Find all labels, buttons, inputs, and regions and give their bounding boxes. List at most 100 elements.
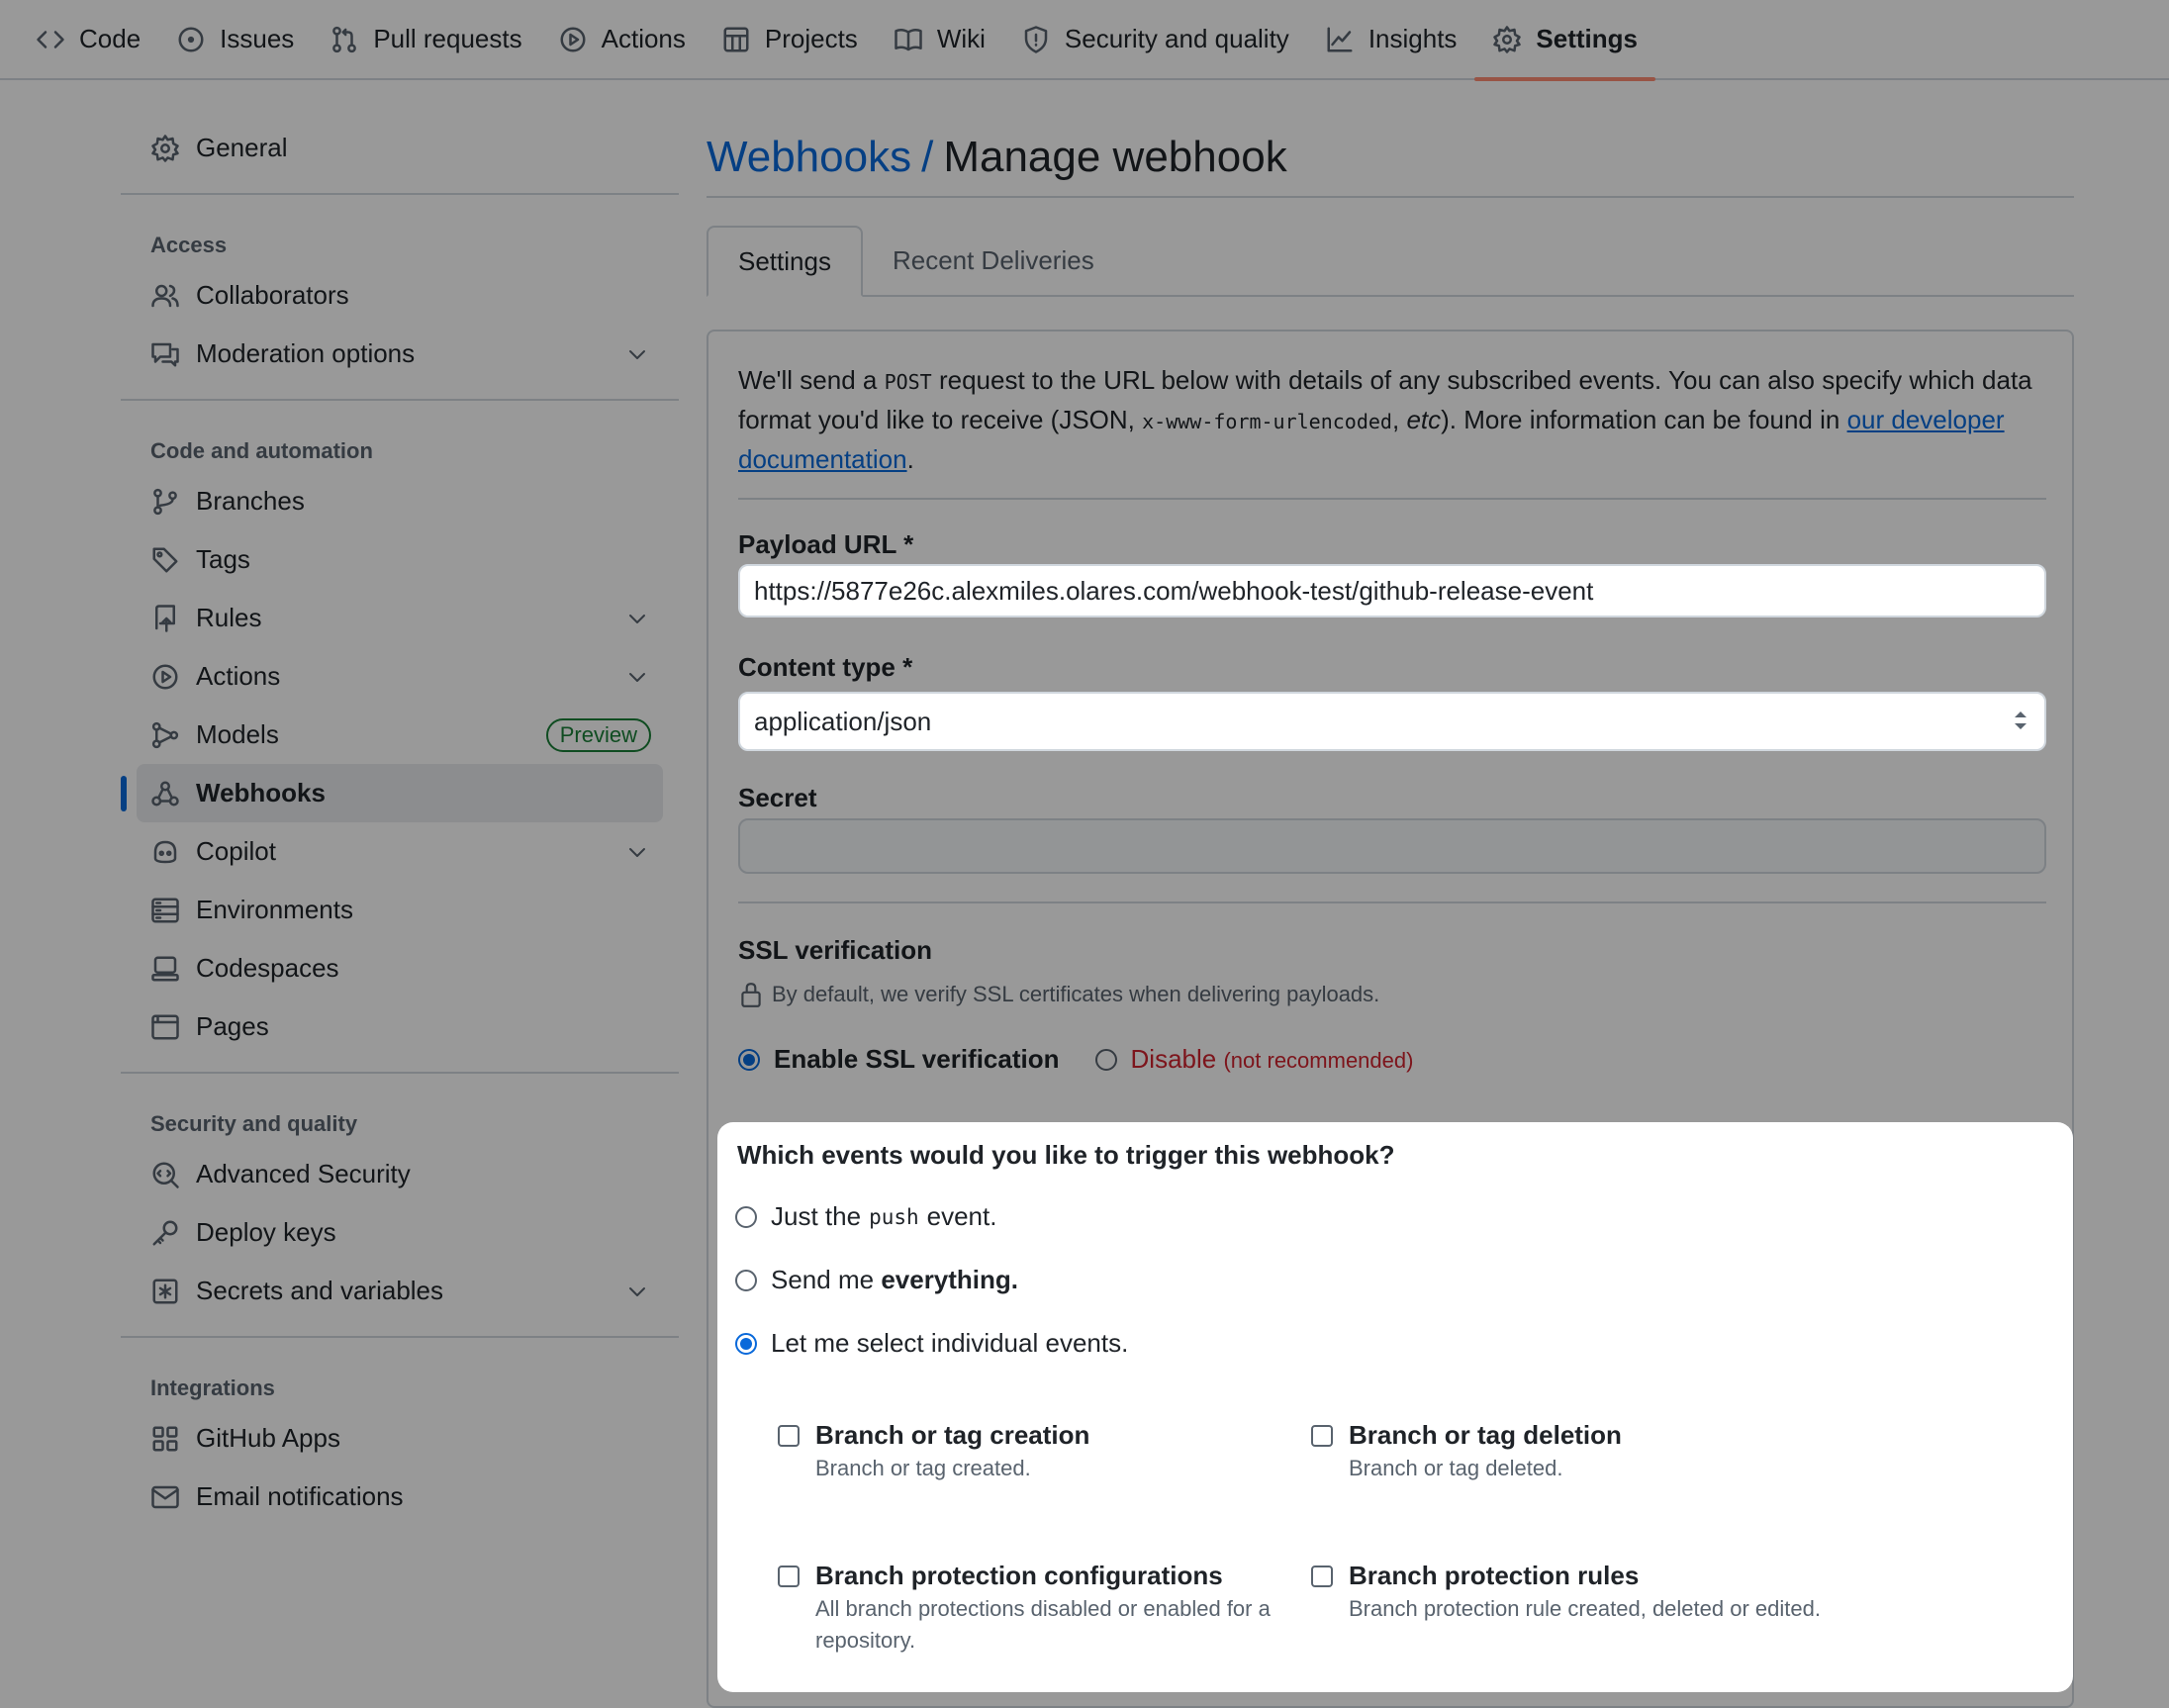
content-type-select[interactable]: application/json <box>738 692 2046 751</box>
sidebar-item-pages[interactable]: Pages <box>121 997 679 1056</box>
intro-part: ). More information can be found in <box>1441 405 1847 434</box>
event-checkbox[interactable] <box>1311 1425 1333 1447</box>
push-radio[interactable] <box>735 1205 757 1228</box>
individual-radio[interactable] <box>735 1332 757 1355</box>
sidebar-item-codespaces[interactable]: Codespaces <box>121 939 679 997</box>
sidebar-divider <box>121 1336 679 1338</box>
sidebar-item-branches[interactable]: Branches <box>121 472 679 530</box>
sidebar-item-label: Models <box>196 719 279 749</box>
event-title: Branch protection rules <box>1349 1561 1640 1590</box>
sidebar-item-tags[interactable]: Tags <box>121 530 679 589</box>
sidebar-item-label: Collaborators <box>196 280 349 310</box>
play-icon <box>560 27 586 51</box>
events-option-everything[interactable]: Send me everything. <box>735 1265 1018 1295</box>
key-icon <box>152 1220 178 1245</box>
issue-icon <box>178 27 204 51</box>
tab-wiki[interactable]: Wiki <box>876 0 1003 79</box>
event-branch-tag-creation[interactable]: Branch or tag creation Branch or tag cre… <box>778 1419 1312 1484</box>
ssl-enable-radio[interactable] <box>738 1048 760 1071</box>
copilot-icon <box>153 840 177 863</box>
secret-input[interactable] <box>738 818 2046 874</box>
sidebar-item-copilot[interactable]: Copilot <box>121 822 679 881</box>
sidebar-item-label: Rules <box>196 603 262 632</box>
chevron-down-icon[interactable] <box>625 342 649 366</box>
tab-settings-label: Settings <box>1536 24 1638 53</box>
tab-code[interactable]: Code <box>18 0 158 79</box>
code-icon <box>37 30 64 48</box>
secret-label: Secret <box>738 783 817 812</box>
select-arrows-icon <box>2015 712 2027 729</box>
sidebar-item-email-notifications[interactable]: Email notifications <box>121 1468 679 1526</box>
sidebar-item-label: Codespaces <box>196 953 339 983</box>
tab-insights[interactable]: Insights <box>1307 0 1475 79</box>
event-branch-protection-configurations[interactable]: Branch protection configurations All bra… <box>778 1560 1312 1657</box>
codescan-icon <box>152 1162 179 1188</box>
branch-icon <box>153 488 177 515</box>
event-branch-protection-rules[interactable]: Branch protection rules Branch protectio… <box>1311 1560 1845 1625</box>
event-checkbox[interactable] <box>1311 1566 1333 1587</box>
events-option-push[interactable]: Just the push event. <box>735 1201 996 1232</box>
ssl-disable-radio[interactable] <box>1094 1048 1117 1071</box>
payload-url-input[interactable]: https://5877e26c.alexmiles.olares.com/we… <box>738 564 2046 617</box>
breadcrumb-webhooks[interactable]: Webhooks <box>707 133 911 182</box>
gear-icon <box>151 134 179 162</box>
sidebar-item-models[interactable]: Models Preview <box>121 706 679 764</box>
ssl-description: By default, we verify SSL certificates w… <box>738 981 1379 1008</box>
mail-icon <box>151 1485 179 1508</box>
tab-pull-requests[interactable]: Pull requests <box>312 0 539 79</box>
event-branch-tag-deletion[interactable]: Branch or tag deletion Branch or tag del… <box>1311 1419 1845 1484</box>
sidebar-item-label: Environments <box>196 895 353 924</box>
browser-icon <box>151 1014 179 1039</box>
webhook-tabs: Settings Recent Deliveries <box>707 226 2074 297</box>
ai-model-icon <box>151 721 179 748</box>
tab-code-label: Code <box>79 24 141 53</box>
event-checkbox[interactable] <box>778 1425 800 1447</box>
sidebar-item-label: Email notifications <box>196 1481 404 1511</box>
sidebar-item-deploy-keys[interactable]: Deploy keys <box>121 1203 679 1262</box>
events-option-individual[interactable]: Let me select individual events. <box>735 1328 1128 1359</box>
tab-recent-deliveries[interactable]: Recent Deliveries <box>863 226 1124 295</box>
apps-icon <box>152 1426 178 1451</box>
sidebar-item-actions[interactable]: Actions <box>121 647 679 706</box>
sidebar-item-secrets[interactable]: Secrets and variables <box>121 1262 679 1320</box>
sidebar-heading-code: Code and automation <box>150 438 373 463</box>
sidebar-item-webhooks[interactable]: Webhooks <box>121 764 663 822</box>
table-icon <box>723 27 749 51</box>
sidebar-item-environments[interactable]: Environments <box>121 881 679 939</box>
sidebar-item-label: Tags <box>196 544 250 574</box>
tab-webhook-settings[interactable]: Settings <box>707 226 863 297</box>
form-divider <box>738 498 2046 500</box>
sidebar-item-collaborators[interactable]: Collaborators <box>121 266 679 325</box>
chevron-down-icon[interactable] <box>625 607 649 630</box>
payload-url-label: Payload URL * <box>738 529 914 559</box>
tab-projects[interactable]: Projects <box>704 0 876 79</box>
settings-sidebar: General Access Collaborators Moderation … <box>121 119 679 1526</box>
tab-actions[interactable]: Actions <box>540 0 704 79</box>
sidebar-item-general[interactable]: General <box>121 119 679 177</box>
sidebar-item-label: General <box>196 133 288 162</box>
sidebar-item-github-apps[interactable]: GitHub Apps <box>121 1409 679 1468</box>
chevron-down-icon[interactable] <box>625 665 649 689</box>
chevron-down-icon[interactable] <box>625 1280 649 1303</box>
breadcrumb-separator: / <box>921 133 934 181</box>
tab-projects-label: Projects <box>764 24 858 53</box>
event-description: Branch or tag deleted. <box>1349 1456 1563 1480</box>
intro-code: x-www-form-urlencoded <box>1142 410 1392 433</box>
play-icon <box>152 664 178 689</box>
sidebar-item-moderation[interactable]: Moderation options <box>121 325 679 383</box>
event-checkbox[interactable] <box>778 1566 800 1587</box>
intro-part: . <box>906 444 914 474</box>
sidebar-item-label: Pages <box>196 1011 269 1041</box>
tab-security[interactable]: Security and quality <box>1003 0 1307 79</box>
tab-settings[interactable]: Settings <box>1474 0 1655 81</box>
everything-radio[interactable] <box>735 1269 757 1291</box>
codespaces-icon <box>151 956 179 981</box>
chevron-down-icon[interactable] <box>625 840 649 864</box>
comment-discussion-icon <box>151 342 179 366</box>
tab-issues[interactable]: Issues <box>158 0 312 79</box>
tag-icon <box>152 547 178 572</box>
sidebar-item-advanced-security[interactable]: Advanced Security <box>121 1145 679 1203</box>
push-option-text: Just the <box>771 1201 862 1231</box>
sidebar-item-rules[interactable]: Rules <box>121 589 679 647</box>
event-title: Branch or tag deletion <box>1349 1420 1622 1450</box>
